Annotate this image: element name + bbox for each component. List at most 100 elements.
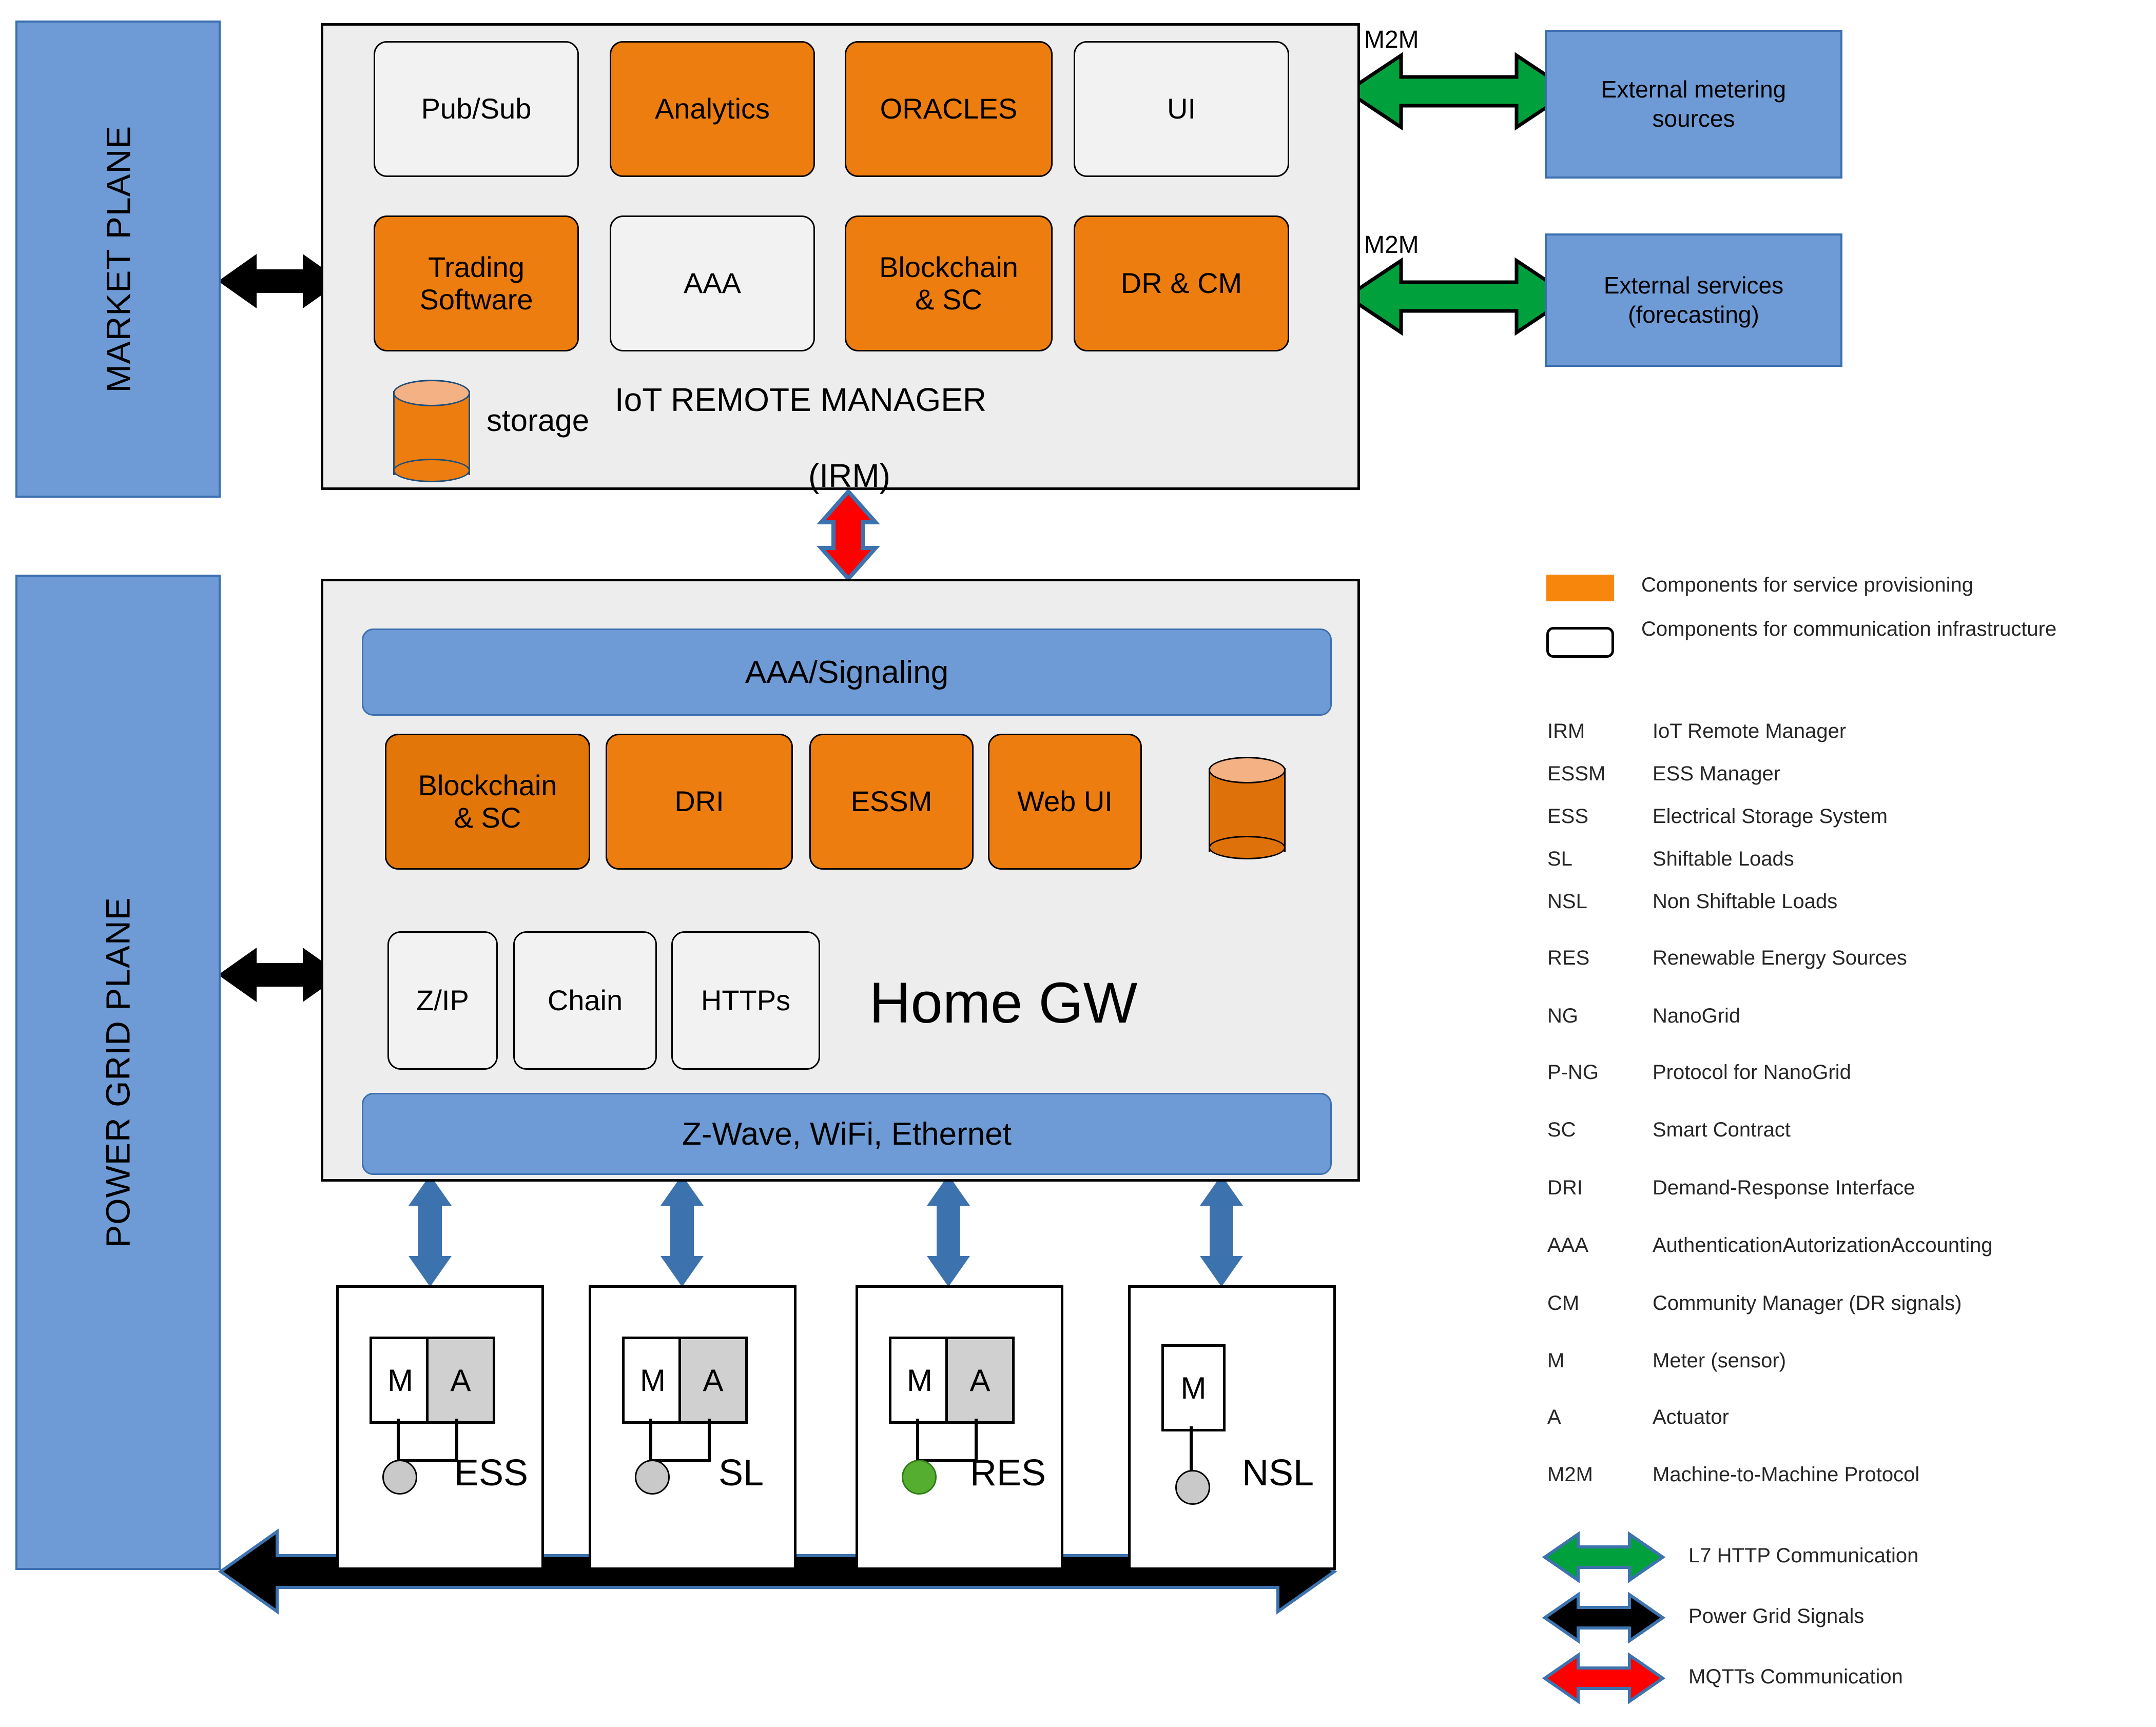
home-gw-module-dri[interactable]: DRI (606, 734, 793, 870)
power-grid-plane-label: POWER GRID PLANE (99, 897, 138, 1248)
irm-title-line1: IoT REMOTE MANAGER (614, 381, 987, 418)
device-sl-status-dot (635, 1460, 670, 1495)
home-gw-module-essm[interactable]: ESSM (809, 734, 974, 870)
irm-module-analytics[interactable]: Analytics (610, 41, 815, 177)
external-metering-line1: External metering (1601, 75, 1786, 103)
legend-swatch-communication-infrastructure (1546, 627, 1614, 658)
arrow-m2m-metering (1344, 52, 1574, 131)
home-gw-module-z-ip[interactable]: Z/IP (387, 931, 498, 1070)
legend-arrow-black (1542, 1592, 1666, 1644)
legend-label-communication-infrastructure: Components for communication infrastruct… (1641, 618, 2057, 640)
legend-def-p-ng: Protocol for NanoGrid (1653, 1061, 1851, 1084)
legend-abbr-ess: ESS (1547, 805, 1589, 828)
irm-module-pub-sub[interactable]: Pub/Sub (374, 41, 579, 177)
legend-def-ng: NanoGrid (1653, 1005, 1741, 1027)
device-ess-status-dot (382, 1460, 417, 1495)
device-ess-actuator-label: A (450, 1363, 471, 1398)
home-gw-module-web-ui[interactable]: Web UI (988, 734, 1142, 870)
m2m-label-services: M2M (1364, 231, 1419, 259)
home-gw-module-chain[interactable]: Chain (513, 931, 657, 1070)
irm-blockchain-line1: Blockchain (879, 250, 1018, 283)
irm-title-line2: (IRM) (808, 457, 890, 494)
legend-abbr-dri: DRI (1547, 1176, 1583, 1199)
device-ess-meter[interactable]: M (370, 1337, 431, 1424)
irm-module-trading-software[interactable]: Trading Software (374, 215, 579, 351)
legend-abbr-sc: SC (1547, 1118, 1576, 1141)
device-res-meter[interactable]: M (889, 1337, 950, 1424)
legend-abbr-ng: NG (1547, 1005, 1578, 1027)
device-box-sl: M A (589, 1285, 797, 1570)
device-label-sl: SL (718, 1453, 764, 1494)
legend-def-ess: Electrical Storage System (1653, 805, 1888, 828)
legend-label-service-provisioning: Components for service provisioning (1641, 574, 1973, 596)
legend-def-sc: Smart Contract (1653, 1118, 1791, 1141)
irm-trading-line1: Trading (428, 250, 525, 283)
legend-abbr-m2m: M2M (1547, 1463, 1593, 1486)
home-gw-module-https[interactable]: HTTPs (671, 931, 820, 1070)
legend-def-sl: Shiftable Loads (1653, 848, 1794, 870)
legend-abbr-irm: IRM (1547, 720, 1585, 742)
device-nsl-status-dot (1175, 1470, 1210, 1505)
device-nsl-meter-label: M (1180, 1370, 1207, 1405)
legend-abbr-nsl: NSL (1547, 890, 1587, 913)
external-services-line2: (forecasting) (1628, 301, 1759, 328)
legend-def-irm: IoT Remote Manager (1653, 720, 1847, 742)
device-sl-meter-label: M (640, 1363, 666, 1398)
home-gw-module-blockchain-sc[interactable]: Blockchain & SC (385, 734, 590, 870)
legend-abbr-a: A (1547, 1406, 1561, 1428)
home-gw-aaa-signaling-bar[interactable]: AAA/Signaling (362, 629, 1332, 716)
legend-def-aaa: AuthenticationAutorizationAccounting (1653, 1234, 1993, 1257)
device-res-meter-label: M (907, 1363, 933, 1398)
device-res-actuator[interactable]: A (945, 1337, 1015, 1424)
legend-abbr-sl: SL (1547, 848, 1572, 870)
legend-def-dri: Demand-Response Interface (1653, 1176, 1915, 1199)
irm-module-oracles[interactable]: ORACLES (845, 41, 1053, 177)
arrow-zwave-to-res (927, 1175, 970, 1287)
irm-blockchain-line2: & SC (915, 283, 982, 316)
external-metering-line2: sources (1652, 105, 1735, 132)
arrow-zwave-to-ess (409, 1175, 452, 1287)
home-gw-title: Home GW (869, 971, 1138, 1035)
legend-label-l7-http: L7 HTTP Communication (1688, 1544, 1919, 1567)
device-nsl-meter[interactable]: M (1161, 1344, 1226, 1431)
irm-module-ui[interactable]: UI (1074, 41, 1289, 177)
legend-arrow-red (1542, 1652, 1666, 1704)
device-sl-meter[interactable]: M (622, 1337, 684, 1424)
arrow-mqtts-irm-homegw (817, 488, 880, 582)
device-label-ess: ESS (454, 1453, 529, 1494)
legend-label-mqtts: MQTTs Communication (1688, 1665, 1903, 1688)
power-grid-plane: POWER GRID PLANE (15, 575, 221, 1570)
arrow-m2m-services (1344, 257, 1574, 336)
legend-abbr-p-ng: P-NG (1547, 1061, 1599, 1084)
legend-def-nsl: Non Shiftable Loads (1653, 890, 1838, 913)
legend-def-cm: Community Manager (DR signals) (1653, 1292, 1962, 1314)
legend-abbr-cm: CM (1547, 1292, 1580, 1314)
legend-def-m: Meter (sensor) (1653, 1349, 1786, 1372)
m2m-label-metering: M2M (1364, 26, 1419, 53)
diagram-canvas: MARKET PLANE POWER GRID PLANE Pub/Sub An… (0, 0, 2156, 1727)
market-plane: MARKET PLANE (15, 21, 221, 498)
device-ess-actuator[interactable]: A (426, 1337, 495, 1424)
legend-arrow-green (1542, 1531, 1666, 1583)
external-metering-sources-box: External metering sources (1545, 30, 1842, 179)
external-services-box: External services (forecasting) (1545, 233, 1842, 367)
irm-module-dr-cm[interactable]: DR & CM (1074, 215, 1289, 351)
device-ess-meter-label: M (387, 1363, 413, 1398)
irm-module-aaa[interactable]: AAA (610, 215, 815, 351)
device-res-status-dot (902, 1460, 937, 1495)
home-gw-zwave-bar[interactable]: Z-Wave, WiFi, Ethernet (362, 1093, 1332, 1175)
device-sl-actuator[interactable]: A (678, 1337, 748, 1424)
home-gw-blockchain-line1: Blockchain (418, 769, 557, 801)
irm-module-blockchain-sc[interactable]: Blockchain & SC (845, 215, 1053, 351)
irm-storage-cylinder (393, 380, 470, 482)
device-box-ess: M A (336, 1285, 544, 1570)
legend-def-a: Actuator (1653, 1406, 1729, 1428)
legend-abbr-res: RES (1547, 947, 1590, 969)
device-res-actuator-label: A (969, 1363, 990, 1398)
home-gw-storage-cylinder (1209, 757, 1286, 859)
home-gw-blockchain-line2: & SC (454, 801, 521, 834)
legend-def-m2m: Machine-to-Machine Protocol (1653, 1463, 1920, 1486)
legend-label-power-grid-signals: Power Grid Signals (1688, 1605, 1864, 1627)
device-box-res: M A (856, 1285, 1063, 1570)
legend-abbr-aaa: AAA (1547, 1234, 1589, 1257)
